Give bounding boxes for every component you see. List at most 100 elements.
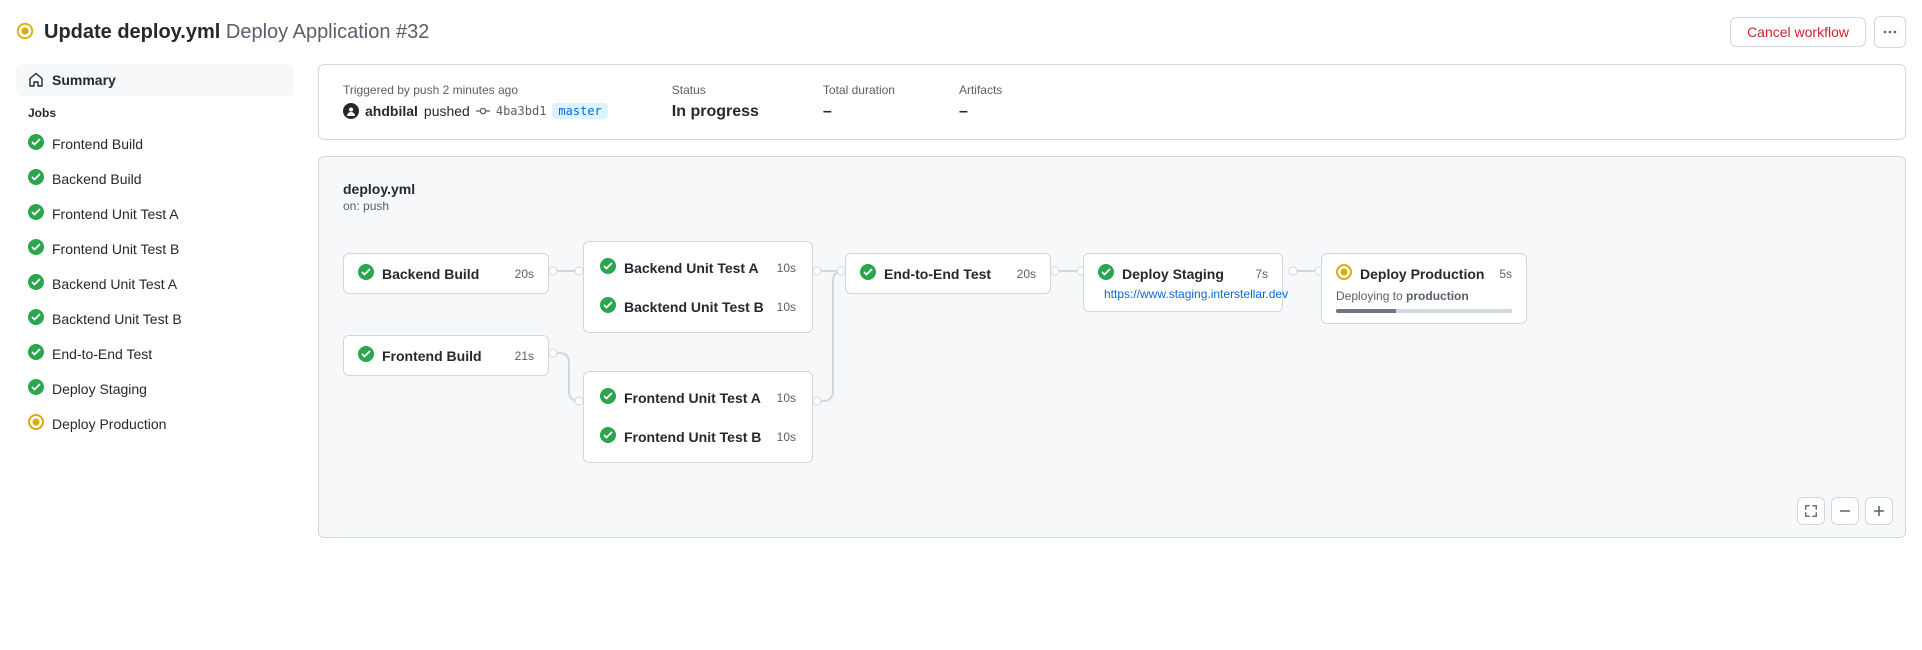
- success-icon: [28, 274, 44, 293]
- duration-col: Total duration –: [823, 83, 895, 121]
- sidebar-job-label: Backend Build: [52, 171, 142, 187]
- node-label: Deploy Production: [1360, 266, 1484, 282]
- node-label: Deploy Staging: [1122, 266, 1224, 282]
- node-group-frontend-tests[interactable]: Frontend Unit Test A 10s Frontend Unit T…: [583, 371, 813, 463]
- header-actions: Cancel workflow: [1730, 16, 1906, 48]
- workflow-file: deploy.yml: [343, 181, 1881, 197]
- success-icon: [600, 258, 616, 277]
- node-backend-test-a[interactable]: Backend Unit Test A 10s: [584, 248, 812, 287]
- staging-url-link[interactable]: https://www.staging.interstellar.dev: [1098, 287, 1268, 301]
- header-left: Update deploy.yml Deploy Application #32: [16, 21, 429, 44]
- success-icon: [860, 264, 876, 283]
- sidebar-job-label: End-to-End Test: [52, 346, 152, 362]
- progress-fill: [1336, 309, 1396, 313]
- fullscreen-button[interactable]: [1797, 497, 1825, 525]
- node-time: 10s: [777, 391, 796, 405]
- node-label: Backend Unit Test A: [624, 260, 759, 276]
- progress-icon: [16, 22, 34, 43]
- node-frontend-build[interactable]: Frontend Build 21s: [343, 335, 549, 376]
- content-area: Triggered by push 2 minutes ago ahdbilal…: [318, 64, 1906, 538]
- artifacts-label: Artifacts: [959, 83, 1002, 97]
- zoom-in-button[interactable]: [1865, 497, 1893, 525]
- success-icon: [28, 204, 44, 223]
- node-time: 7s: [1255, 267, 1268, 281]
- sidebar-job-item[interactable]: Frontend Unit Test B: [16, 231, 294, 266]
- sidebar-job-item[interactable]: Backtend Unit Test B: [16, 301, 294, 336]
- commit-sha[interactable]: 4ba3bd1: [496, 104, 547, 118]
- success-icon: [28, 134, 44, 153]
- artifacts-value: –: [959, 103, 1002, 121]
- sidebar-job-item[interactable]: Deploy Production: [16, 406, 294, 441]
- node-e2e[interactable]: End-to-End Test 20s: [845, 253, 1051, 294]
- branch-tag[interactable]: master: [552, 103, 607, 119]
- node-frontend-test-a[interactable]: Frontend Unit Test A 10s: [584, 378, 812, 417]
- success-icon: [1098, 264, 1114, 283]
- node-frontend-test-b[interactable]: Frontend Unit Test B 10s: [584, 417, 812, 456]
- avatar: [343, 103, 359, 119]
- node-time: 10s: [777, 300, 796, 314]
- success-icon: [358, 264, 374, 283]
- more-actions-button[interactable]: [1874, 16, 1906, 48]
- plus-icon: [1872, 504, 1886, 518]
- node-time: 20s: [1017, 267, 1036, 281]
- sidebar-job-item[interactable]: Frontend Unit Test A: [16, 196, 294, 231]
- progress-bar: [1336, 309, 1512, 313]
- sidebar-summary[interactable]: Summary: [16, 64, 294, 96]
- sidebar-job-label: Backend Unit Test A: [52, 276, 177, 292]
- trigger-action: pushed: [424, 103, 470, 119]
- success-icon: [28, 309, 44, 328]
- status-label: Status: [672, 83, 759, 97]
- success-icon: [600, 297, 616, 316]
- node-label: Frontend Build: [382, 348, 482, 364]
- sidebar-job-label: Frontend Build: [52, 136, 143, 152]
- node-deploy-production[interactable]: Deploy Production 5s Deploying to produc…: [1321, 253, 1527, 324]
- trigger-user[interactable]: ahdbilal: [365, 103, 418, 119]
- node-deploy-staging[interactable]: Deploy Staging 7s https://www.staging.in…: [1083, 253, 1283, 312]
- node-backend-build[interactable]: Backend Build 20s: [343, 253, 549, 294]
- node-label: Backend Build: [382, 266, 479, 282]
- node-backend-test-b[interactable]: Backtend Unit Test B 10s: [584, 287, 812, 326]
- progress-icon: [28, 414, 44, 433]
- node-label: Backtend Unit Test B: [624, 299, 764, 315]
- sidebar-job-item[interactable]: End-to-End Test: [16, 336, 294, 371]
- node-group-backend-tests[interactable]: Backend Unit Test A 10s Backtend Unit Te…: [583, 241, 813, 333]
- node-time: 5s: [1499, 267, 1512, 281]
- title-main: Update deploy.yml: [44, 21, 220, 43]
- trigger-col: Triggered by push 2 minutes ago ahdbilal…: [343, 83, 608, 121]
- summary-card: Triggered by push 2 minutes ago ahdbilal…: [318, 64, 1906, 140]
- cancel-workflow-button[interactable]: Cancel workflow: [1730, 17, 1866, 47]
- production-subtext: Deploying to production: [1336, 289, 1512, 303]
- sidebar-job-label: Frontend Unit Test A: [52, 206, 179, 222]
- page-title: Update deploy.yml Deploy Application #32: [44, 21, 429, 44]
- production-sub-prefix: Deploying to: [1336, 289, 1406, 303]
- node-time: 10s: [777, 261, 796, 275]
- success-icon: [28, 344, 44, 363]
- main-layout: Summary Jobs Frontend BuildBackend Build…: [16, 64, 1906, 538]
- progress-icon: [1336, 264, 1352, 283]
- fullscreen-icon: [1804, 504, 1818, 518]
- production-sub-bold: production: [1406, 289, 1469, 303]
- home-icon: [28, 72, 44, 88]
- success-icon: [28, 379, 44, 398]
- sidebar-job-label: Backtend Unit Test B: [52, 311, 182, 327]
- sidebar-job-item[interactable]: Deploy Staging: [16, 371, 294, 406]
- sidebar-job-item[interactable]: Backend Build: [16, 161, 294, 196]
- minus-icon: [1838, 504, 1852, 518]
- sidebar-jobs-list: Frontend Build Backend Build Frontend Unit…: [16, 126, 294, 441]
- sidebar-job-item[interactable]: Backend Unit Test A: [16, 266, 294, 301]
- workflow-graph[interactable]: Backend Build 20s Frontend Build 21s Bac…: [343, 253, 1881, 513]
- commit-icon: [476, 104, 490, 118]
- sidebar-job-item[interactable]: Frontend Build: [16, 126, 294, 161]
- artifacts-col: Artifacts –: [959, 83, 1002, 121]
- duration-value: –: [823, 103, 895, 121]
- zoom-out-button[interactable]: [1831, 497, 1859, 525]
- node-time: 10s: [777, 430, 796, 444]
- zoom-controls: [1797, 497, 1893, 525]
- sidebar-job-label: Deploy Production: [52, 416, 166, 432]
- success-icon: [28, 239, 44, 258]
- success-icon: [28, 169, 44, 188]
- node-label: End-to-End Test: [884, 266, 991, 282]
- sidebar-summary-label: Summary: [52, 72, 116, 88]
- success-icon: [358, 346, 374, 365]
- node-time: 20s: [515, 267, 534, 281]
